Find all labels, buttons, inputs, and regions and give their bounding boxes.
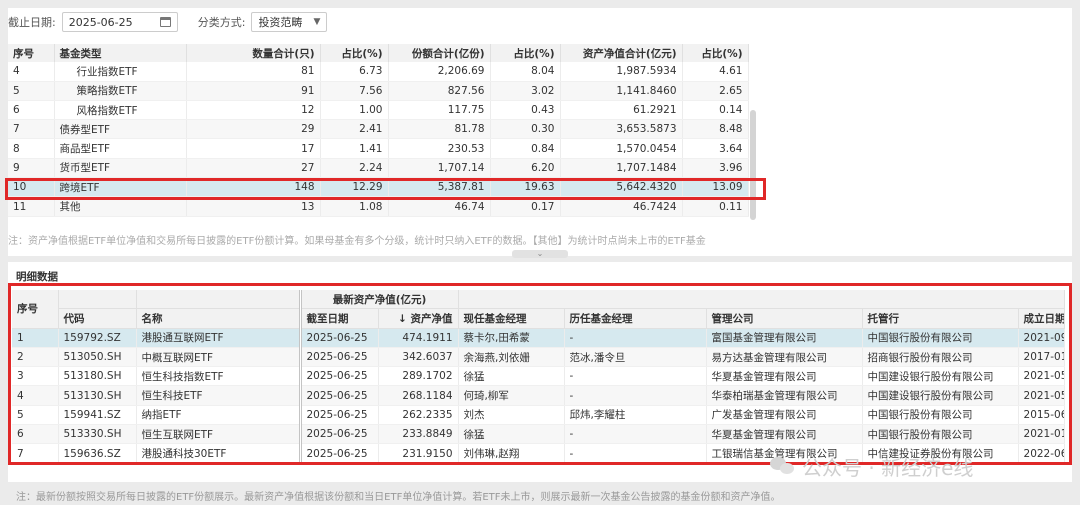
- wechat-icon: [770, 455, 796, 477]
- class-select[interactable]: 投资范畴 ▼: [251, 12, 328, 32]
- table-cell: 6.73: [320, 62, 389, 82]
- detail-note: 注：最新份额按照交易所每日披露的ETF份额展示。最新资产净值根据该份额和当日ET…: [16, 492, 781, 503]
- date-input[interactable]: 2025-06-25: [61, 12, 178, 32]
- table-row[interactable]: 9 货币型ETF 27 2.24 1,707.14 6.20 1,707.1484 3.96: [8, 158, 749, 179]
- table-cell: 12: [186, 100, 321, 121]
- table-cell: 7: [8, 119, 55, 140]
- table-cell: 1,987.5934: [560, 62, 683, 82]
- table-cell: 1,570.0454: [560, 138, 683, 159]
- table-cell: 货币型ETF: [54, 158, 187, 179]
- table-cell: 6: [8, 100, 55, 121]
- date-value: 2025-06-25: [68, 15, 133, 29]
- table-row[interactable]: 7 债券型ETF 29 2.41 81.78 0.30 3,653.5873 8.48: [8, 119, 749, 140]
- table-cell: 29: [186, 119, 321, 140]
- table-cell: 3,653.5873: [560, 119, 683, 140]
- table-cell: 81.78: [388, 119, 491, 140]
- table-cell: 1,707.14: [388, 158, 491, 179]
- table-cell: 0.30: [490, 119, 561, 140]
- date-label: 截止日期:: [8, 16, 56, 29]
- table-cell: 2,206.69: [388, 62, 491, 82]
- table-cell: 商品型ETF: [54, 138, 187, 159]
- class-label: 分类方式:: [197, 16, 246, 29]
- filter-bar: 截止日期: 2025-06-25 分类方式: 投资范畴 ▼: [8, 8, 328, 36]
- table-cell: 1,141.8460: [560, 81, 683, 101]
- summary-scrollbar[interactable]: [750, 110, 756, 220]
- table-cell: 7.56: [320, 81, 389, 101]
- table-cell: 27: [186, 158, 321, 179]
- class-value: 投资范畴: [258, 16, 303, 29]
- highlight-box-detail: [8, 283, 1072, 465]
- table-cell: 3.02: [490, 81, 561, 101]
- table-cell: 117.75: [388, 100, 491, 121]
- table-cell: 风格指数ETF: [54, 100, 187, 121]
- table-cell: 4.61: [682, 62, 749, 82]
- table-cell: 6.20: [490, 158, 561, 179]
- table-cell: 1.00: [320, 100, 389, 121]
- watermark: 公众号 · 新经济e线: [770, 451, 973, 481]
- table-cell: 1,707.1484: [560, 158, 683, 179]
- watermark-text: 公众号 · 新经济e线: [802, 455, 974, 480]
- col-header[interactable]: 份额合计(亿份): [388, 44, 491, 63]
- table-cell: 91: [186, 81, 321, 101]
- table-cell: 3.96: [682, 158, 749, 179]
- table-cell: 行业指数ETF: [54, 62, 187, 82]
- col-header[interactable]: 基金类型: [54, 44, 187, 63]
- detail-title: 明细数据: [16, 271, 58, 283]
- table-cell: 8.04: [490, 62, 561, 82]
- table-cell: 2.24: [320, 158, 389, 179]
- table-cell: 2.41: [320, 119, 389, 140]
- table-row[interactable]: 5 策略指数ETF 91 7.56 827.56 3.02 1,141.8460 2.65: [8, 81, 749, 101]
- table-cell: 8.48: [682, 119, 749, 140]
- table-cell: 2.65: [682, 81, 749, 101]
- table-row[interactable]: 8 商品型ETF 17 1.41 230.53 0.84 1,570.0454 3.64: [8, 138, 749, 159]
- table-cell: 4: [8, 62, 55, 82]
- table-row[interactable]: 4 行业指数ETF 81 6.73 2,206.69 8.04 1,987.5934 4.61: [8, 62, 749, 82]
- col-header[interactable]: 序号: [8, 44, 55, 63]
- table-cell: 230.53: [388, 138, 491, 159]
- calendar-icon[interactable]: [159, 17, 171, 27]
- table-cell: 81: [186, 62, 321, 82]
- table-cell: 827.56: [388, 81, 491, 101]
- summary-note: 注：资产净值根据ETF单位净值和交易所每日披露的ETF份额计算。如果母基金有多个…: [8, 236, 706, 247]
- table-cell: 61.2921: [560, 100, 683, 121]
- table-cell: 1.41: [320, 138, 389, 159]
- col-header[interactable]: 数量合计(只): [186, 44, 321, 63]
- chevron-down-icon[interactable]: ▼: [314, 17, 321, 27]
- table-cell: 0.43: [490, 100, 561, 121]
- table-cell: 策略指数ETF: [54, 81, 187, 101]
- col-header[interactable]: 占比(%): [682, 44, 749, 63]
- table-cell: 债券型ETF: [54, 119, 187, 140]
- table-row[interactable]: 6 风格指数ETF 12 1.00 117.75 0.43 61.2921 0.14: [8, 100, 749, 121]
- table-cell: 9: [8, 158, 55, 179]
- col-header[interactable]: 占比(%): [490, 44, 561, 63]
- table-cell: 3.64: [682, 138, 749, 159]
- col-header[interactable]: 占比(%): [320, 44, 389, 63]
- table-cell: 17: [186, 138, 321, 159]
- highlight-box-cross-border: [5, 178, 766, 200]
- table-cell: 0.84: [490, 138, 561, 159]
- summary-header-row: 序号 基金类型 数量合计(只) 占比(%) 份额合计(亿份) 占比(%) 资产净…: [8, 44, 749, 63]
- table-cell: 5: [8, 81, 55, 101]
- table-cell: 0.14: [682, 100, 749, 121]
- table-cell: 8: [8, 138, 55, 159]
- col-header[interactable]: 资产净值合计(亿元): [560, 44, 683, 63]
- collapse-handle[interactable]: ⌄: [512, 250, 568, 258]
